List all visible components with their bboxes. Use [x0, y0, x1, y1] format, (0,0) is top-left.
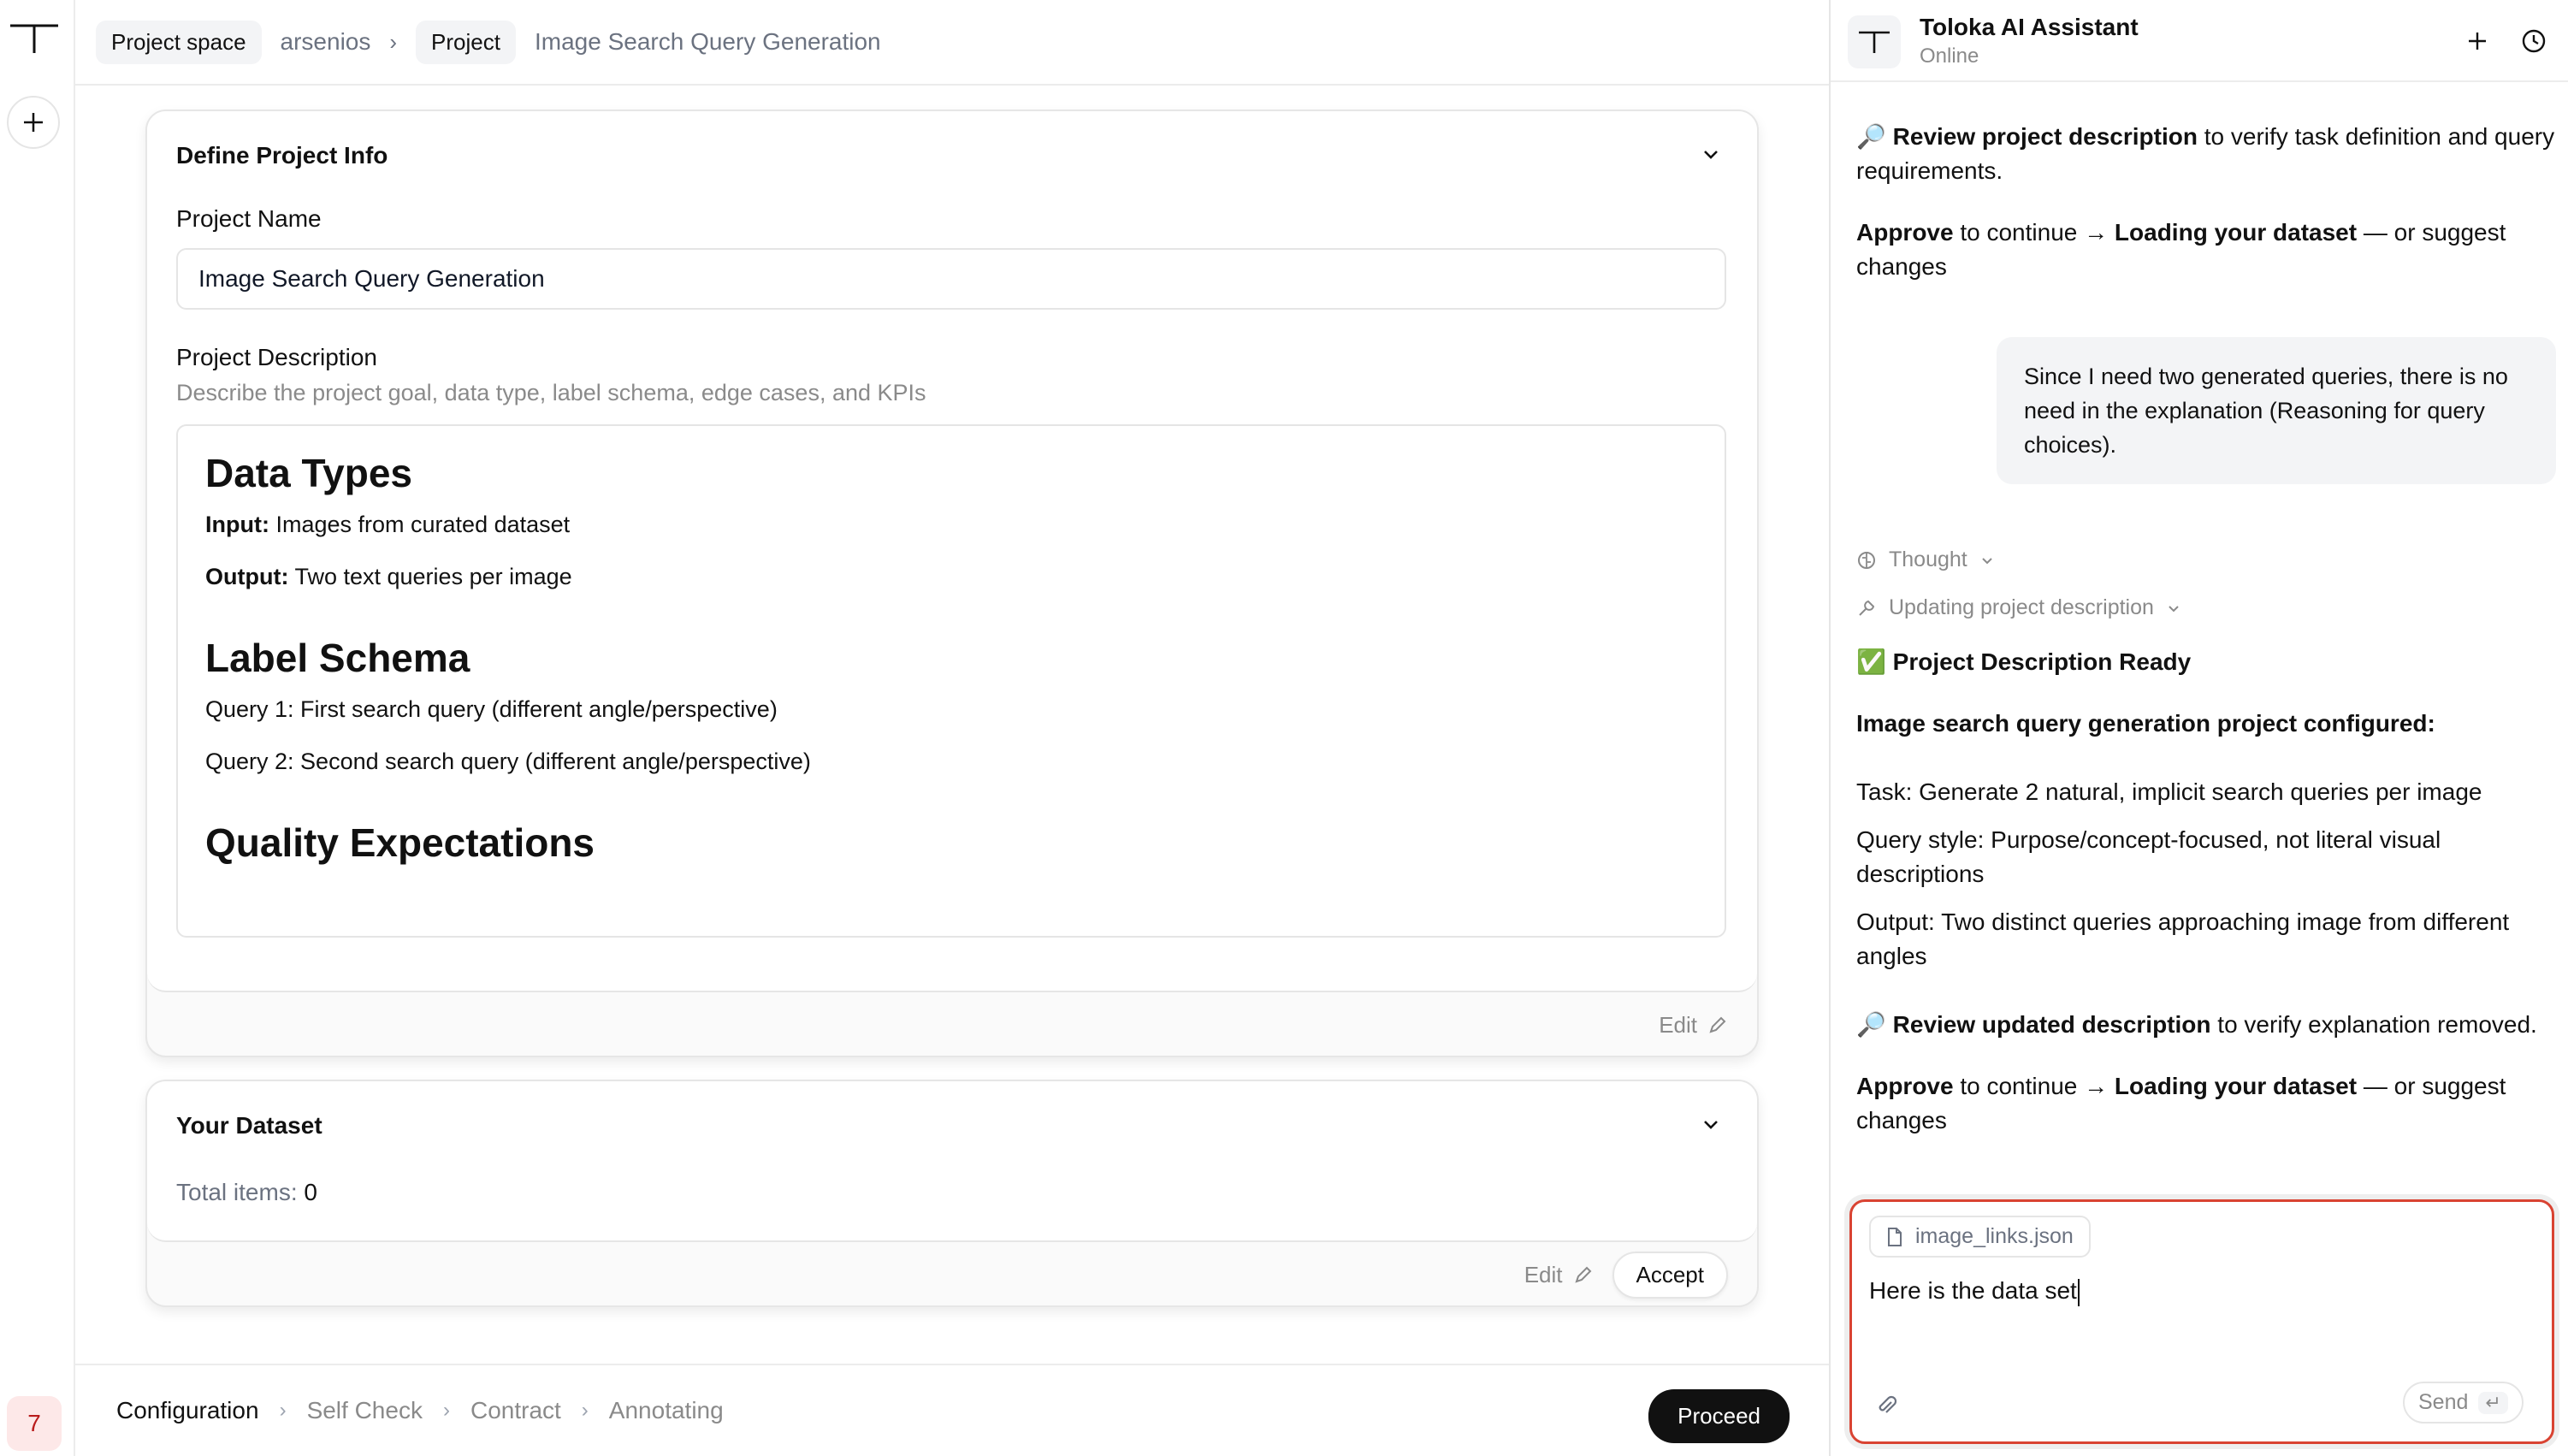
dataset-title: Your Dataset: [176, 1112, 322, 1139]
left-rail: 7: [0, 0, 75, 1456]
project-name-value: Image Search Query Generation: [198, 265, 545, 292]
step-annotating[interactable]: Annotating: [609, 1397, 724, 1424]
breadcrumb-user[interactable]: arsenios: [281, 28, 371, 56]
wrench-icon: [1859, 600, 1875, 616]
assistant-header: Toloka AI Assistant Online: [1831, 0, 2568, 82]
file-icon: [1888, 1227, 1902, 1246]
dataset-footer: Edit Accept: [147, 1242, 1757, 1307]
doc-query2-line: Query 2: Second search query (different …: [205, 749, 811, 774]
step-configuration[interactable]: Configuration: [116, 1397, 259, 1424]
style-line: Query style: Purpose/concept-focused, no…: [1856, 826, 2441, 887]
plus-icon: [2469, 33, 2486, 50]
check-icon: ✅: [1856, 648, 1886, 675]
step-bar: Configuration › Self Check › Contract › …: [75, 1364, 1829, 1456]
pencil-icon: [1574, 1266, 1591, 1283]
breadcrumb-project-space[interactable]: Project space: [96, 20, 262, 64]
main-scroll[interactable]: Define Project Info Project Name Image S…: [75, 86, 1829, 1364]
collapse-chevron-icon[interactable]: [1699, 1112, 1723, 1136]
edit-label: Edit: [1659, 1011, 1697, 1038]
brain-icon: [1858, 551, 1875, 569]
step-separator: ›: [581, 1399, 589, 1422]
description-ready: ✅ Project Description Ready: [1856, 648, 2192, 675]
updating-description-toggle[interactable]: Updating project description: [1856, 595, 2181, 620]
chevron-down-icon: [2169, 605, 2179, 612]
dataset-total-label: Total items:: [176, 1179, 298, 1205]
assistant-panel: Toloka AI Assistant Online 🔎 Review proj…: [1829, 0, 2568, 1456]
message-composer[interactable]: image_links.json Here is the data set Se…: [1849, 1199, 2554, 1444]
project-info-card: Define Project Info Project Name Image S…: [145, 109, 1759, 1057]
pencil-icon: [1709, 1016, 1726, 1033]
project-info-title: Define Project Info: [176, 142, 388, 169]
assistant-message-review: 🔎 Review project description to verify t…: [1856, 123, 2555, 184]
user-message: Since I need two generated queries, ther…: [1997, 337, 2556, 484]
assistant-message-review-updated: 🔎 Review updated description to verify e…: [1856, 1011, 2537, 1038]
step-separator: ›: [279, 1399, 287, 1422]
output-line: Output: Two distinct queries approaching…: [1856, 909, 2510, 969]
project-name-label: Project Name: [176, 205, 322, 232]
breadcrumb: Project space arsenios › Project Image S…: [75, 0, 1829, 86]
dataset-total-value: 0: [304, 1179, 317, 1205]
send-label: Send: [2418, 1390, 2469, 1414]
new-project-button[interactable]: [7, 96, 60, 149]
edit-description-button[interactable]: Edit: [1659, 1012, 1728, 1039]
project-description-label: Project Description: [176, 344, 377, 370]
attached-file-chip[interactable]: image_links.json: [1869, 1216, 2091, 1258]
project-description-hint: Describe the project goal, data type, la…: [176, 380, 926, 405]
clock-icon: [2522, 29, 2546, 53]
attach-button[interactable]: [1869, 1388, 1903, 1423]
thought-toggle[interactable]: Thought: [1856, 547, 1995, 572]
breadcrumb-project-name[interactable]: Image Search Query Generation: [535, 28, 881, 56]
accept-button[interactable]: Accept: [1612, 1251, 1728, 1299]
collapse-chevron-icon[interactable]: [1699, 142, 1723, 166]
doc-input-line: Input: Images from curated dataset: [205, 512, 571, 537]
plus-icon: [24, 113, 43, 132]
dataset-total: Total items: 0: [176, 1179, 317, 1206]
step-self-check[interactable]: Self Check: [307, 1397, 423, 1424]
new-chat-button[interactable]: [2459, 22, 2496, 60]
heading-label-schema: Label Schema: [205, 636, 470, 680]
chevron-down-icon: [1982, 557, 1992, 564]
assistant-avatar: [1848, 15, 1901, 68]
project-description-editor[interactable]: Data Types Input: Images from curated da…: [176, 424, 1726, 938]
heading-data-types: Data Types: [205, 451, 413, 495]
send-button[interactable]: Send ↵: [2403, 1382, 2524, 1423]
project-name-input[interactable]: Image Search Query Generation: [176, 248, 1726, 310]
doc-output-line: Output: Two text queries per image: [205, 564, 572, 589]
magnifier-icon: 🔎: [1856, 1011, 1886, 1038]
step-contract[interactable]: Contract: [470, 1397, 561, 1424]
paperclip-icon: [1879, 1395, 1897, 1413]
assistant-name: Toloka AI Assistant: [1920, 14, 2139, 40]
assistant-message-approve-2: Approve to continue → Loading your datas…: [1856, 1073, 2506, 1133]
project-info-footer: Edit: [147, 992, 1757, 1057]
proceed-button[interactable]: Proceed: [1648, 1389, 1790, 1443]
edit-dataset-button[interactable]: Edit: [1524, 1262, 1594, 1288]
task-line: Task: Generate 2 natural, implicit searc…: [1856, 778, 2482, 805]
main-area: Project space arsenios › Project Image S…: [75, 0, 1829, 1456]
magnifier-icon: 🔎: [1856, 123, 1886, 150]
assistant-status: Online: [1920, 44, 1979, 68]
attached-file-name: image_links.json: [1915, 1224, 2074, 1248]
message-input[interactable]: Here is the data set: [1869, 1277, 2080, 1306]
assistant-message-approve: Approve to continue → Loading your datas…: [1856, 219, 2506, 280]
configured-heading: Image search query generation project co…: [1856, 710, 2435, 737]
edit-label: Edit: [1524, 1261, 1563, 1287]
toloka-logo-icon[interactable]: [9, 21, 60, 55]
breadcrumb-separator: ›: [389, 28, 398, 55]
doc-query1-line: Query 1: First search query (different a…: [205, 696, 778, 722]
enter-key-icon: ↵: [2478, 1391, 2508, 1414]
dataset-card: Your Dataset Total items: 0 Edit Accept: [145, 1080, 1759, 1307]
heading-quality-expectations: Quality Expectations: [205, 820, 595, 865]
history-button[interactable]: [2515, 22, 2553, 60]
step-separator: ›: [442, 1399, 450, 1422]
notification-badge[interactable]: 7: [7, 1396, 62, 1451]
breadcrumb-project[interactable]: Project: [416, 20, 516, 64]
toloka-logo-icon: [1859, 31, 1890, 53]
